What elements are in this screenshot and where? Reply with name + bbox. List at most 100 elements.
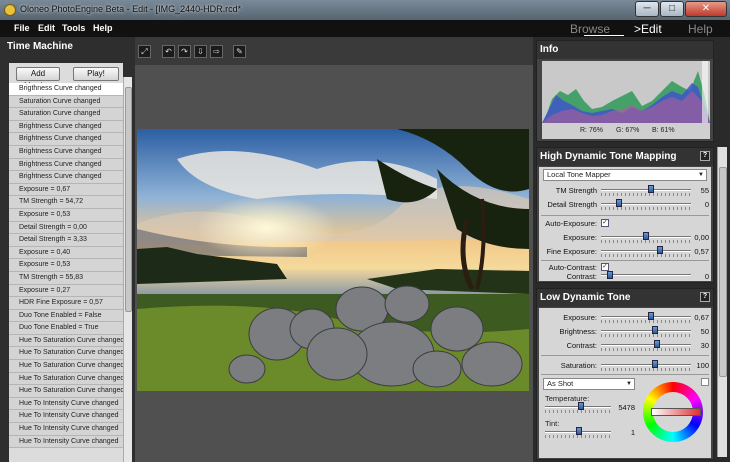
rotate-left-icon[interactable]: ↶ [162, 45, 175, 58]
flip-horizontal-icon[interactable]: ⇨ [210, 45, 223, 58]
history-item[interactable]: Brightness Curve changed [9, 171, 123, 184]
add-version-button[interactable]: Add Version [16, 67, 60, 90]
fine-exposure-knob[interactable] [656, 246, 663, 254]
history-item[interactable]: Brightness Curve changed [9, 133, 123, 146]
hdr-exposure-ticks [601, 240, 691, 243]
flip-vertical-icon[interactable]: ⇩ [194, 45, 207, 58]
detail-strength-ticks [601, 207, 691, 210]
history-item[interactable]: Exposure = 0,40 [9, 246, 123, 260]
temperature-ticks [545, 410, 611, 413]
close-button[interactable]: ✕ [685, 1, 727, 17]
detail-strength-knob[interactable] [616, 199, 622, 207]
hdr-help-button[interactable]: ? [700, 151, 710, 161]
history-item[interactable]: TM Strength = 55,83 [9, 271, 123, 285]
history-item[interactable]: Saturation Curve changed [9, 95, 123, 109]
brightness-slider[interactable] [601, 330, 691, 332]
menu-help[interactable]: Help [93, 23, 113, 33]
history-scrollbar[interactable] [123, 77, 132, 462]
tm-strength-knob[interactable] [647, 185, 654, 193]
saturation-slider[interactable] [601, 364, 691, 366]
history-item[interactable]: TM Strength = 54,72 [9, 196, 123, 209]
image-toolbar: ⤢ ↶ ↷ ⇩ ⇨ ✎ [135, 37, 533, 65]
hdr-tone-mapping-section: High Dynamic Tone Mapping? Local Tone Ma… [536, 147, 714, 283]
history-item[interactable]: Hue To Intensity Curve changed [9, 435, 123, 449]
history-item[interactable]: Hue To Saturation Curve changed [9, 347, 123, 361]
ldr-help-button[interactable]: ? [700, 292, 710, 302]
history-item[interactable]: Brightness Curve changed [9, 120, 123, 134]
minimize-button[interactable]: ─ [635, 1, 659, 17]
rotate-right-icon[interactable]: ↷ [178, 45, 191, 58]
history-item[interactable]: Exposure = 0,67 [9, 183, 123, 197]
menu-edit[interactable]: Edit [38, 23, 55, 33]
history-item[interactable]: Hue To Saturation Curve changed [9, 334, 123, 348]
hdr-title: High Dynamic Tone Mapping [540, 151, 677, 162]
divider [541, 355, 709, 356]
temperature-value: 5478 [618, 403, 635, 412]
history-item[interactable]: Hue To Saturation Curve changed [9, 360, 123, 373]
tone-mapper-select[interactable]: Local Tone Mapper ▼ [543, 169, 707, 181]
tint-knob[interactable] [576, 427, 583, 435]
auto-exposure-checkbox[interactable]: ✓ [601, 219, 609, 227]
histogram-frame: R: 76% G: 67% B: 61% [542, 61, 710, 139]
history-item[interactable]: Detail Strength = 3,33 [9, 234, 123, 247]
color-swatch[interactable] [701, 378, 709, 386]
ldr-exposure-slider[interactable] [601, 316, 691, 318]
white-balance-select[interactable]: As Shot ▼ [543, 378, 635, 390]
hdr-contrast-knob[interactable] [607, 271, 613, 279]
hdr-exposure-knob[interactable] [643, 232, 649, 240]
history-item[interactable]: Exposure = 0,53 [9, 208, 123, 222]
history-item[interactable]: Detail Strength = 0,00 [9, 221, 123, 235]
temperature-knob[interactable] [578, 402, 585, 410]
history-item[interactable]: Brightness Curve changed [9, 158, 123, 172]
hdr-controls: Local Tone Mapper ▼ TM Strength 55 Detail… [539, 167, 711, 281]
history-item[interactable]: Hue To Intensity Curve changed [9, 423, 123, 436]
time-machine-panel: Time Machine Add Version Play! Brigthnes… [0, 37, 135, 462]
hdr-contrast-slider[interactable] [601, 274, 691, 276]
history-item[interactable]: Exposure = 0,27 [9, 284, 123, 298]
history-item[interactable]: Hue To Saturation Curve changed [9, 385, 123, 398]
history-list: Brigthness Curve changed Saturation Curve… [9, 83, 123, 449]
duo-tone-bar[interactable] [651, 408, 701, 416]
settings-scrollbar-thumb[interactable] [719, 167, 727, 377]
contrast-slider[interactable] [601, 344, 691, 346]
detail-strength-slider[interactable] [601, 203, 691, 205]
history-item[interactable]: Brigthness Curve changed [9, 83, 123, 96]
history-item[interactable]: Exposure = 0,53 [9, 259, 123, 272]
auto-contrast-checkbox[interactable]: ✓ [601, 263, 609, 271]
mode-help-tab[interactable]: Help [688, 22, 713, 36]
fine-exposure-slider[interactable] [601, 250, 691, 252]
history-item[interactable]: Hue To Intensity Curve changed [9, 410, 123, 424]
active-mode-underline [584, 35, 624, 36]
tone-mapper-value: Local Tone Mapper [547, 170, 611, 179]
ldr-exposure-knob[interactable] [647, 312, 654, 320]
history-item[interactable]: Hue To Intensity Curve changed [9, 397, 123, 411]
saturation-knob[interactable] [652, 360, 658, 368]
crop-icon[interactable]: ✎ [233, 45, 246, 58]
history-item[interactable]: Duo Tone Enabled = False [9, 309, 123, 323]
app-logo-icon [4, 4, 16, 16]
menu-bar: File Edit Tools Help Browse >Edit Help [0, 20, 730, 37]
tm-strength-slider[interactable] [601, 189, 691, 191]
fit-icon[interactable]: ⤢ [138, 45, 151, 58]
brightness-knob[interactable] [652, 326, 658, 334]
title-bar: Oloneo PhotoEngine Beta - Edit - [IMG_24… [0, 0, 730, 20]
low-dynamic-tone-section: Low Dynamic Tone? Exposure: 0,67 Brightn… [536, 288, 714, 460]
history-scrollbar-thumb[interactable] [125, 87, 132, 312]
tint-value: 1 [630, 428, 635, 437]
maximize-button[interactable]: □ [660, 1, 684, 17]
image-canvas[interactable] [135, 65, 533, 462]
history-item[interactable]: Hue To Saturation Curve changed [9, 372, 123, 386]
contrast-knob[interactable] [653, 340, 660, 348]
mode-browse-tab[interactable]: Browse [570, 22, 610, 36]
menu-tools[interactable]: Tools [62, 23, 85, 33]
history-item[interactable]: HDR Fine Exposure = 0,57 [9, 297, 123, 310]
ldr-controls: Exposure: 0,67 Brightness: 50 Contrast: … [539, 308, 711, 458]
saturation-ticks [601, 368, 691, 371]
settings-scrollbar[interactable] [717, 147, 727, 457]
history-item[interactable]: Saturation Curve changed [9, 108, 123, 121]
history-item[interactable]: Duo Tone Enabled = True [9, 322, 123, 335]
play-button[interactable]: Play! [73, 67, 119, 81]
mode-edit-tab[interactable]: >Edit [634, 22, 662, 36]
history-item[interactable]: Brightness Curve changed [9, 145, 123, 159]
menu-file[interactable]: File [14, 23, 30, 33]
